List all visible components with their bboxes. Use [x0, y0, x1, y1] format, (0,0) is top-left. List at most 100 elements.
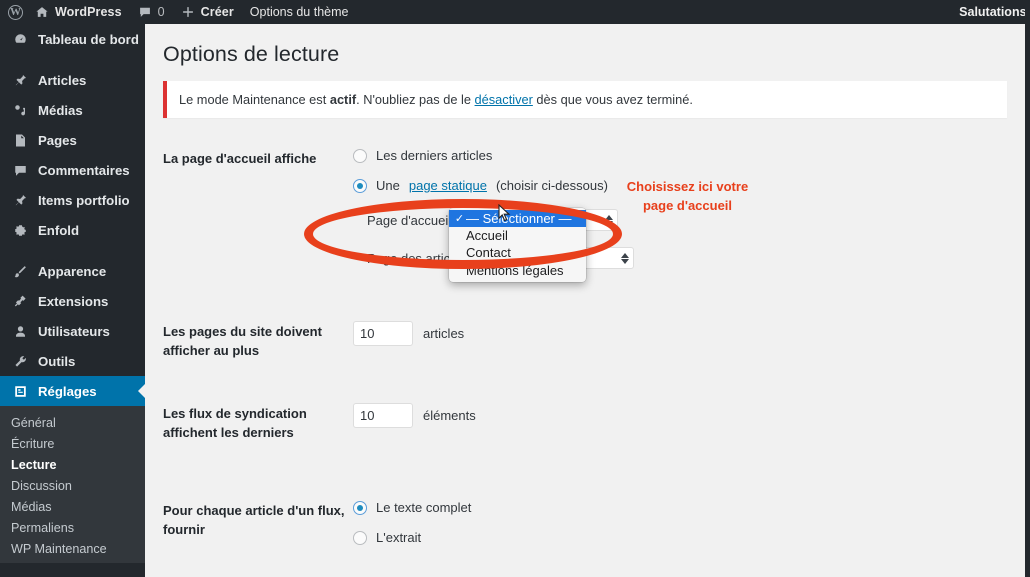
notice-status: actif — [329, 92, 357, 107]
feed-content-label: Pour chaque article d'un flux, fournir — [163, 503, 345, 538]
sidebar-item-label: Articles — [38, 72, 87, 88]
pages-icon — [11, 133, 29, 148]
feed-items-label: Les flux de syndication affichent les de… — [163, 405, 307, 440]
posts-per-page-label: Les pages du site doivent afficher au pl… — [163, 324, 322, 358]
radio-full-text[interactable]: Le texte complet — [353, 500, 1025, 515]
sidebar-subitem-discussion[interactable]: Discussion — [0, 475, 145, 496]
sidebar-item-posts[interactable]: Articles — [0, 65, 145, 95]
sidebar-divider — [0, 245, 145, 256]
new-content-menu[interactable]: Créer — [173, 0, 242, 24]
sidebar-item-label: Outils — [38, 353, 76, 369]
sidebar-item-dashboard[interactable]: Tableau de bord — [0, 24, 145, 54]
maintenance-notice: Le mode Maintenance est actif. N'oubliez… — [163, 81, 1007, 118]
notice-text-mid: . N'oubliez pas de le — [356, 92, 475, 107]
deactivate-maintenance-link[interactable]: désactiver — [475, 92, 533, 107]
admin-bar: W WordPress 0 Créer Options du thème Sal… — [0, 0, 1030, 24]
homepage-select-dropdown[interactable]: ✓ — Sélectionner — Accueil Contact Menti… — [449, 208, 586, 282]
sidebar-item-label: Réglages — [38, 383, 97, 399]
dropdown-option-accueil[interactable]: Accueil — [449, 227, 586, 244]
sidebar-item-label: Apparence — [38, 263, 107, 279]
feed-items-input[interactable] — [353, 402, 413, 428]
feed-content-controls: Le texte complet L'extrait — [353, 500, 1025, 560]
posts-per-page-row: Les pages du site doivent afficher au pl… — [163, 321, 1025, 361]
feed-items-row: Les flux de syndication affichent les de… — [163, 402, 1025, 443]
radio-static-page-text-before: Une — [376, 178, 400, 193]
feed-items-unit: éléments — [423, 407, 476, 423]
sidebar-item-plugins[interactable]: Extensions — [0, 286, 145, 316]
account-greeting[interactable]: Salutations, — [951, 0, 1030, 24]
admin-sidebar: Tableau de bord Articles Médias Pages Co… — [0, 24, 146, 577]
sidebar-item-label: Médias — [38, 102, 83, 118]
sidebar-item-comments[interactable]: Commentaires — [0, 155, 145, 185]
sidebar-item-media[interactable]: Médias — [0, 95, 145, 125]
sidebar-subitem-media[interactable]: Médias — [0, 496, 145, 517]
sidebar-item-enfold[interactable]: Enfold — [0, 215, 145, 245]
posts-per-page-input[interactable] — [353, 321, 413, 346]
media-icon — [11, 103, 29, 118]
radio-static-page-text-after: (choisir ci-dessous) — [495, 178, 608, 193]
feed-content-row: Pour chaque article d'un flux, fournir L… — [163, 500, 1025, 560]
static-page-link[interactable]: page statique — [409, 178, 487, 193]
theme-options-menu[interactable]: Options du thème — [242, 0, 357, 24]
sidebar-item-tools[interactable]: Outils — [0, 346, 145, 376]
radio-excerpt-input[interactable] — [353, 530, 367, 545]
site-name-menu[interactable]: WordPress — [27, 0, 130, 24]
sidebar-item-label: Tableau de bord — [38, 31, 139, 47]
sidebar-item-label: Items portfolio — [38, 192, 130, 208]
content-area: Options de lecture Le mode Maintenance e… — [145, 24, 1025, 577]
radio-excerpt[interactable]: L'extrait — [353, 530, 1025, 545]
sidebar-item-label: Utilisateurs — [38, 323, 110, 339]
sidebar-subitem-general[interactable]: Général — [0, 412, 145, 433]
dropdown-option-select[interactable]: ✓ — Sélectionner — — [449, 210, 586, 227]
radio-full-text-input[interactable] — [353, 500, 367, 515]
radio-full-text-label: Le texte complet — [376, 500, 472, 516]
greeting-label: Salutations, — [959, 5, 1030, 19]
sidebar-divider — [0, 54, 145, 65]
radio-latest-posts[interactable]: Les derniers articles — [353, 148, 1025, 163]
wordpress-logo-menu[interactable]: W — [0, 0, 27, 24]
front-page-label: La page d'accueil affiche — [163, 151, 317, 166]
window-right-edge — [1025, 0, 1030, 577]
sidebar-item-settings[interactable]: Réglages — [0, 376, 146, 406]
annotation-line-1: Choisissez ici votre — [626, 179, 749, 194]
sidebar-subitem-permalinks[interactable]: Permaliens — [0, 517, 145, 538]
comments-count: 0 — [157, 5, 165, 19]
sidebar-item-label: Commentaires — [38, 162, 130, 178]
dropdown-option-label: Accueil — [466, 228, 508, 243]
dropdown-option-contact[interactable]: Contact — [449, 244, 586, 261]
pin-icon — [11, 73, 29, 88]
comments-menu[interactable]: 0 — [130, 0, 173, 24]
comment-bubble-icon — [138, 5, 152, 20]
comment-bubble-icon — [11, 163, 29, 178]
sidebar-item-appearance[interactable]: Apparence — [0, 256, 145, 286]
dashboard-icon — [11, 32, 29, 47]
chevron-updown-icon — [620, 252, 629, 264]
dropdown-option-label: Contact — [466, 245, 511, 260]
dropdown-option-mentions-legales[interactable]: Mentions légales — [449, 262, 586, 279]
mouse-cursor-icon — [498, 203, 511, 228]
reading-options-form: La page d'accueil affiche Les derniers a… — [145, 118, 1025, 577]
homepage-select-label: Page d'accueil : — [367, 212, 459, 228]
brush-icon — [11, 264, 29, 279]
plug-icon — [11, 294, 29, 309]
sidebar-subitem-reading[interactable]: Lecture — [0, 454, 145, 475]
new-content-label: Créer — [200, 5, 234, 19]
posts-per-page-unit: articles — [423, 326, 465, 341]
radio-static-page-input[interactable] — [353, 178, 367, 193]
sidebar-subitem-writing[interactable]: Écriture — [0, 433, 145, 454]
home-icon — [35, 5, 49, 20]
sidebar-item-pages[interactable]: Pages — [0, 125, 145, 155]
plus-icon — [181, 5, 195, 20]
wordpress-admin-screen: W WordPress 0 Créer Options du thème Sal… — [0, 0, 1030, 577]
sidebar-item-portfolio[interactable]: Items portfolio — [0, 185, 145, 215]
annotation-line-2: page d'accueil — [642, 197, 733, 213]
sidebar-subitem-wp-maintenance[interactable]: WP Maintenance — [0, 538, 145, 559]
radio-latest-posts-label: Les derniers articles — [376, 148, 493, 163]
radio-latest-posts-input[interactable] — [353, 148, 367, 163]
site-name-label: WordPress — [55, 5, 122, 19]
feed-items-controls: éléments — [353, 402, 1025, 428]
sidebar-item-users[interactable]: Utilisateurs — [0, 316, 145, 346]
